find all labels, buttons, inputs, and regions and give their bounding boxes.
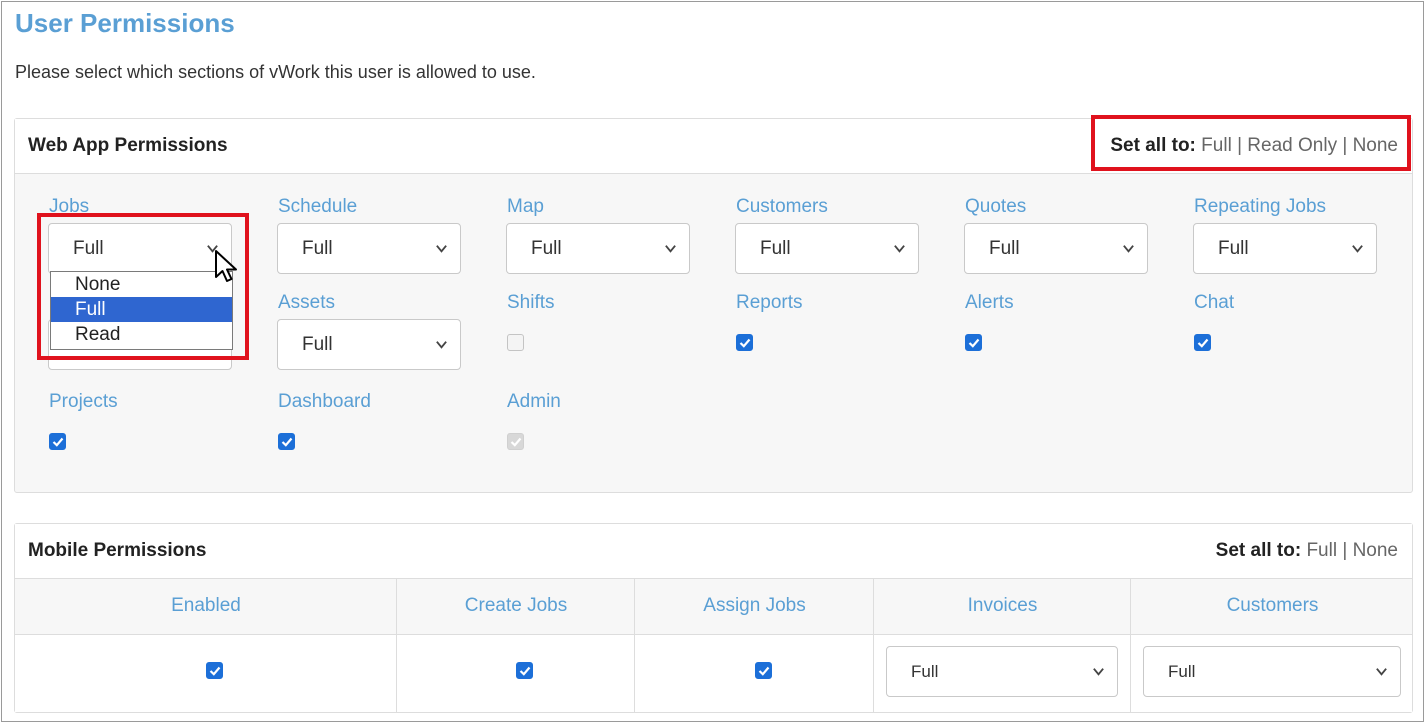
assets-label: Assets [278,292,336,313]
schedule-select-value: Full [302,238,333,259]
customers-select[interactable]: Full [735,223,919,274]
jobs-select-highlight [37,213,249,360]
mobile-customers-select-value: Full [1168,662,1196,681]
admin-checkbox [507,433,524,450]
customers-select-value: Full [760,238,791,259]
web-permissions-title: Web App Permissions [28,135,228,156]
assets-select[interactable]: Full [277,319,461,370]
chevron-down-icon [1093,668,1104,676]
mobile-enabled-checkbox[interactable] [206,662,223,679]
alerts-label: Alerts [965,292,1014,313]
dashboard-checkbox[interactable] [278,433,295,450]
quotes-select[interactable]: Full [964,223,1148,274]
shifts-label: Shifts [507,292,555,313]
chevron-down-icon [894,245,905,253]
mobile-permissions-header: Mobile Permissions Set all to: Full | No… [15,524,1412,579]
chevron-down-icon [436,245,447,253]
repeating-jobs-select-value: Full [1218,238,1249,259]
mobile-set-all-full-link[interactable]: Full [1306,540,1337,561]
mobile-set-all-none-link[interactable]: None [1353,540,1398,561]
assets-select-value: Full [302,334,333,355]
check-icon [739,338,751,348]
check-icon [209,666,221,676]
mobile-invoices-select-value: Full [911,662,939,681]
check-icon [510,437,522,447]
check-icon [758,666,770,676]
mobile-header-invoices: Invoices [967,595,1038,616]
mobile-permissions-title: Mobile Permissions [28,540,207,561]
schedule-select[interactable]: Full [277,223,461,274]
reports-label: Reports [736,292,803,313]
admin-label: Admin [507,391,561,412]
chevron-down-icon [1352,245,1363,253]
chevron-down-icon [436,341,447,349]
chat-label: Chat [1194,292,1235,313]
mobile-assign-jobs-checkbox[interactable] [755,662,772,679]
mobile-invoices-select[interactable]: Full [886,646,1118,697]
dashboard-label: Dashboard [278,391,371,412]
mobile-header-assign-jobs: Assign Jobs [703,595,806,616]
check-icon [519,666,531,676]
map-label: Map [507,196,544,217]
chevron-down-icon [1376,668,1387,676]
quotes-label: Quotes [965,196,1027,217]
page-title: User Permissions [15,8,235,38]
repeating-jobs-label: Repeating Jobs [1194,196,1327,217]
mobile-set-all: Set all to: Full | None [1216,540,1398,562]
map-select[interactable]: Full [506,223,690,274]
page-intro: Please select which sections of vWork th… [15,62,536,82]
mobile-header-enabled: Enabled [171,595,241,616]
repeating-jobs-select[interactable]: Full [1193,223,1377,274]
mobile-header-create-jobs: Create Jobs [464,595,568,616]
chevron-down-icon [1123,245,1134,253]
shifts-checkbox[interactable] [507,334,524,351]
set-all-label: Set all to: [1215,540,1302,561]
mobile-customers-select[interactable]: Full [1143,646,1401,697]
check-icon [281,437,293,447]
projects-label: Projects [49,391,118,412]
schedule-label: Schedule [278,196,358,217]
map-select-value: Full [531,238,562,259]
check-icon [52,437,64,447]
set-all-highlight [1091,115,1411,171]
quotes-select-value: Full [989,238,1020,259]
alerts-checkbox[interactable] [965,334,982,351]
customers-label: Customers [736,196,828,217]
mobile-create-jobs-checkbox[interactable] [516,662,533,679]
separator: | [1342,540,1348,561]
check-icon [1197,338,1209,348]
reports-checkbox[interactable] [736,334,753,351]
chat-checkbox[interactable] [1194,334,1211,351]
mobile-header-customers: Customers [1226,595,1319,616]
check-icon [968,338,980,348]
chevron-down-icon [665,245,676,253]
projects-checkbox[interactable] [49,433,66,450]
